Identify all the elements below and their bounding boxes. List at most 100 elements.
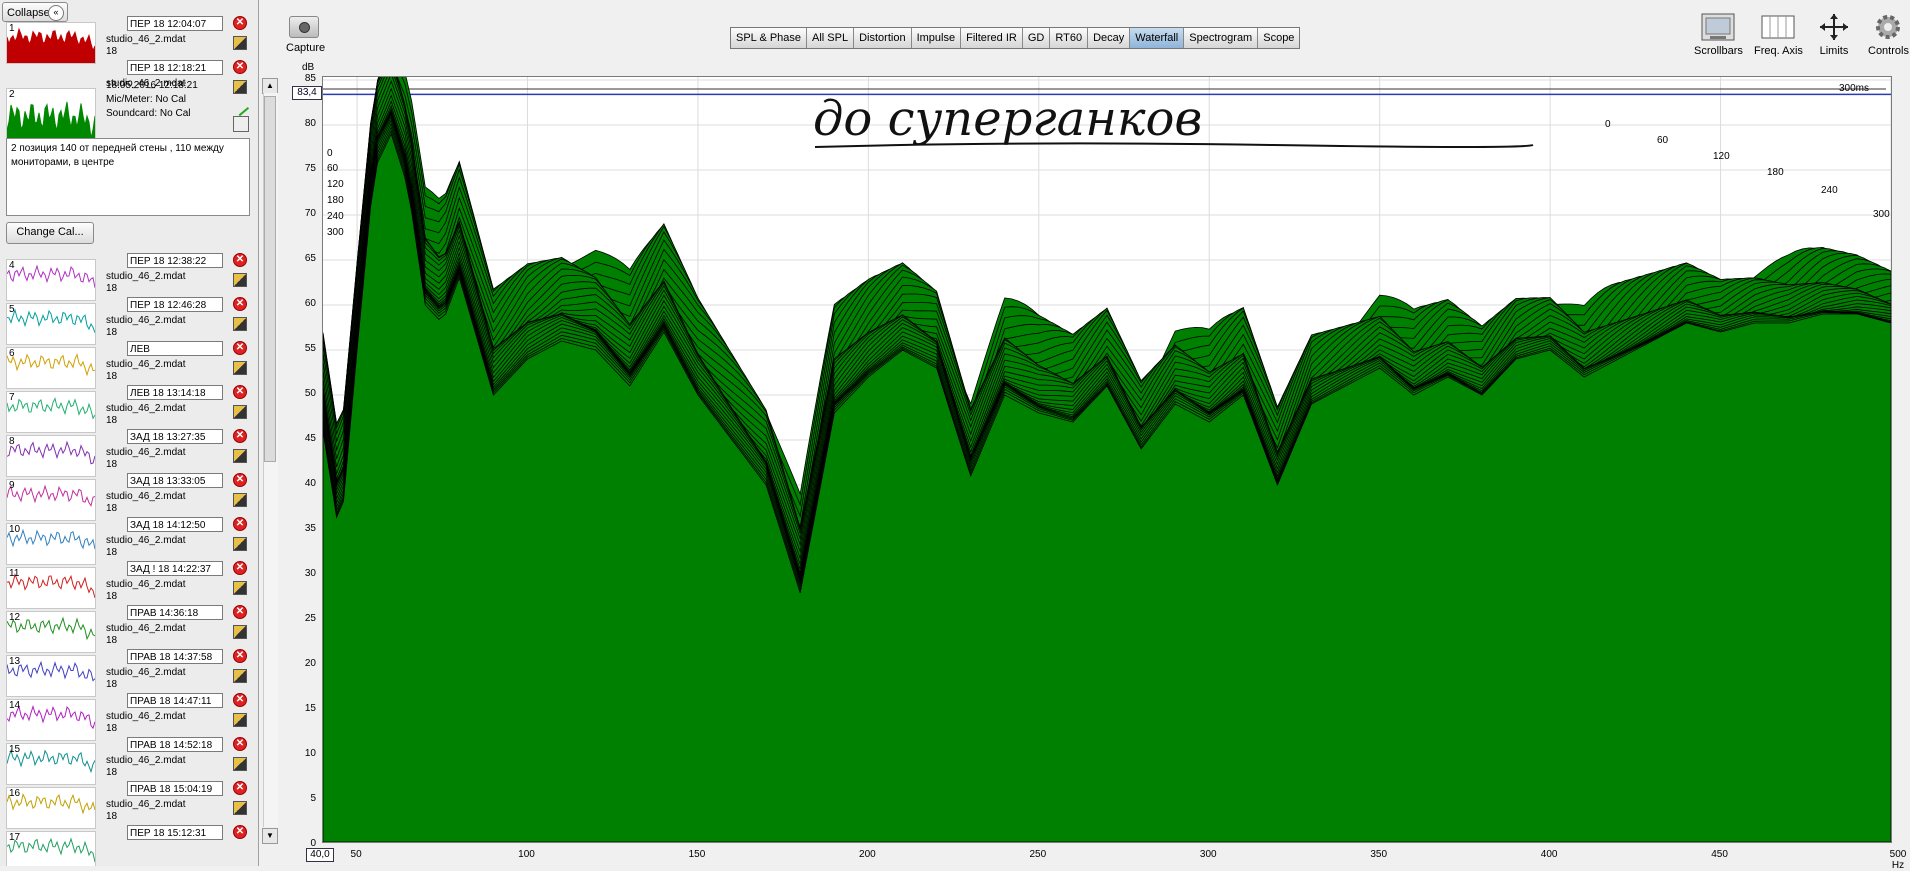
tab-waterfall[interactable]: Waterfall <box>1130 28 1185 48</box>
lock-icon[interactable] <box>233 537 247 551</box>
tab-impulse[interactable]: Impulse <box>911 28 962 48</box>
close-icon[interactable]: ✕ <box>233 16 247 30</box>
measurement-item[interactable]: 16 ПРАВ 18 15:04:19 ✕ studio_46_2.mdat 18 <box>0 771 256 829</box>
y-tick-label: 85 <box>304 73 316 84</box>
close-icon[interactable]: ✕ <box>233 825 247 839</box>
tab-all-spl[interactable]: All SPL <box>807 28 855 48</box>
close-icon[interactable]: ✕ <box>233 649 247 663</box>
measurement-item[interactable]: 6 ЛЕВ ✕ studio_46_2.mdat 18 <box>0 331 256 389</box>
controls-label: Controls <box>1868 45 1909 57</box>
measurement-name-field[interactable]: ЗАД 18 14:12:50 <box>127 517 223 532</box>
edit-icon[interactable] <box>230 97 250 117</box>
tab-spectrogram[interactable]: Spectrogram <box>1184 28 1259 48</box>
lock-icon[interactable] <box>233 669 247 683</box>
measurement-item[interactable]: 7 ЛЕВ 18 13:14:18 ✕ studio_46_2.mdat 18 <box>0 375 256 433</box>
close-icon[interactable]: ✕ <box>233 429 247 443</box>
tab-rt60[interactable]: RT60 <box>1050 28 1089 48</box>
capture-button[interactable]: Capture <box>286 16 325 54</box>
y-tick-label: 60 <box>304 298 316 309</box>
tab-filtered-ir[interactable]: Filtered IR <box>961 28 1023 48</box>
measurement-name-field[interactable]: ПЕР 18 12:46:28 <box>127 297 223 312</box>
measurement-name-field[interactable]: ЛЕВ <box>127 341 223 356</box>
measurement-item[interactable]: 15 ПРАВ 18 14:52:18 ✕ studio_46_2.mdat 18 <box>0 727 256 785</box>
measurement-name-field[interactable]: ПЕР 18 15:12:31 <box>127 825 223 840</box>
measurement-name-field[interactable]: ЗАД 18 13:33:05 <box>127 473 223 488</box>
measurement-number: 1 <box>9 23 15 34</box>
measurement-name-field[interactable]: ПРАВ 18 14:37:58 <box>127 649 223 664</box>
lock-icon[interactable] <box>233 581 247 595</box>
measurement-name-field[interactable]: ПРАВ 14:36:18 <box>127 605 223 620</box>
lock-icon[interactable] <box>233 493 247 507</box>
measurement-name-field[interactable]: ПРАВ 18 15:04:19 <box>127 781 223 796</box>
lock-icon[interactable] <box>233 801 247 815</box>
close-icon[interactable]: ✕ <box>233 253 247 267</box>
lock-icon[interactable] <box>233 449 247 463</box>
waterfall-plot[interactable]: 0 60 120 180 240 300 0 60 120 180 240 300 300ms до су… <box>322 38 1892 846</box>
measurement-thumbnail[interactable]: 17 <box>6 831 96 866</box>
lock-icon[interactable] <box>233 273 247 287</box>
scrollbar-thumb[interactable] <box>264 96 276 462</box>
close-icon[interactable]: ✕ <box>233 605 247 619</box>
change-cal-button[interactable]: Change Cal... <box>6 222 94 244</box>
close-icon[interactable]: ✕ <box>233 737 247 751</box>
measurement-item[interactable]: 1 ПЕР 18 12:04:07 ✕ studio_46_2.mdat 18 <box>0 6 256 64</box>
measurement-number: 7 <box>9 392 15 403</box>
tab-distortion[interactable]: Distortion <box>854 28 912 48</box>
measurement-notes[interactable]: 2 позиция 140 от передней стены , 110 ме… <box>6 138 250 216</box>
measurement-panel: Collapse « 1 ПЕР 18 12:04:07 ✕ studio_46_2.… <box>0 0 259 866</box>
tab-decay[interactable]: Decay <box>1088 28 1131 48</box>
measurement-item[interactable]: 9 ЗАД 18 13:33:05 ✕ studio_46_2.mdat 18 <box>0 463 256 521</box>
x-tick-label: 350 <box>1370 849 1388 860</box>
measurement-item[interactable]: 11 ЗАД ! 18 14:22:37 ✕ studio_46_2.mdat 18 <box>0 551 256 609</box>
x-tick-label: 100 <box>518 849 535 860</box>
measurement-item[interactable]: 5 ПЕР 18 12:46:28 ✕ studio_46_2.mdat 18 <box>0 287 256 345</box>
delete-doc-icon[interactable] <box>233 116 249 132</box>
measurement-item[interactable]: 4 ПЕР 18 12:38:22 ✕ studio_46_2.mdat 18 <box>0 243 256 301</box>
close-icon[interactable]: ✕ <box>233 693 247 707</box>
close-icon[interactable]: ✕ <box>233 60 247 74</box>
measurement-item[interactable]: 10 ЗАД 18 14:12:50 ✕ studio_46_2.mdat 18 <box>0 507 256 565</box>
measurement-name-field[interactable]: ЗАД 18 13:27:35 <box>127 429 223 444</box>
measurement-name-field[interactable]: ПЕР 18 12:04:07 <box>127 16 223 31</box>
lock-icon[interactable] <box>233 36 247 50</box>
y-cursor-value[interactable]: 83,4 <box>292 86 322 100</box>
close-icon[interactable]: ✕ <box>233 781 247 795</box>
close-icon[interactable]: ✕ <box>233 297 247 311</box>
scroll-up-arrow-icon[interactable]: ▲ <box>262 78 278 94</box>
measurement-name-field[interactable]: ПЕР 18 12:18:21 <box>127 60 223 75</box>
lock-icon[interactable] <box>233 405 247 419</box>
tab-gd[interactable]: GD <box>1022 28 1051 48</box>
x-cursor-value[interactable]: 40,0 <box>306 848 334 862</box>
lock-icon[interactable] <box>233 757 247 771</box>
measurement-item[interactable]: 12 ПРАВ 14:36:18 ✕ studio_46_2.mdat 18 <box>0 595 256 653</box>
measurement-item[interactable]: 17 ПЕР 18 15:12:31 ✕ <box>0 815 256 866</box>
time-label-right: 240 <box>1821 185 1838 196</box>
scroll-down-arrow-icon[interactable]: ▼ <box>262 828 278 844</box>
measurement-file: studio_46_2.mdat <box>106 491 186 502</box>
tab-spl-phase[interactable]: SPL & Phase <box>731 28 808 48</box>
close-icon[interactable]: ✕ <box>233 385 247 399</box>
freq-axis-button[interactable]: Freq. Axis <box>1754 12 1803 57</box>
lock-icon[interactable] <box>233 80 247 94</box>
scrollbars-icon <box>1700 12 1736 42</box>
scrollbars-button[interactable]: Scrollbars <box>1694 12 1743 57</box>
measurement-name-field[interactable]: ЛЕВ 18 13:14:18 <box>127 385 223 400</box>
lock-icon[interactable] <box>233 713 247 727</box>
measurement-item[interactable]: 13 ПРАВ 18 14:37:58 ✕ studio_46_2.mdat 18 <box>0 639 256 697</box>
lock-icon[interactable] <box>233 317 247 331</box>
close-icon[interactable]: ✕ <box>233 561 247 575</box>
tab-scope[interactable]: Scope <box>1258 28 1300 48</box>
lock-icon[interactable] <box>233 625 247 639</box>
measurement-name-field[interactable]: ПЕР 18 12:38:22 <box>127 253 223 268</box>
limits-button[interactable]: Limits <box>1816 12 1852 57</box>
close-icon[interactable]: ✕ <box>233 341 247 355</box>
lock-icon[interactable] <box>233 361 247 375</box>
measurement-item[interactable]: 14 ПРАВ 18 14:47:11 ✕ studio_46_2.mdat 18 <box>0 683 256 741</box>
close-icon[interactable]: ✕ <box>233 517 247 531</box>
measurement-name-field[interactable]: ПРАВ 18 14:52:18 <box>127 737 223 752</box>
controls-button[interactable]: Controls <box>1868 12 1909 57</box>
close-icon[interactable]: ✕ <box>233 473 247 487</box>
measurement-name-field[interactable]: ЗАД ! 18 14:22:37 <box>127 561 223 576</box>
measurement-item[interactable]: 8 ЗАД 18 13:27:35 ✕ studio_46_2.mdat 18 <box>0 419 256 477</box>
measurement-name-field[interactable]: ПРАВ 18 14:47:11 <box>127 693 223 708</box>
